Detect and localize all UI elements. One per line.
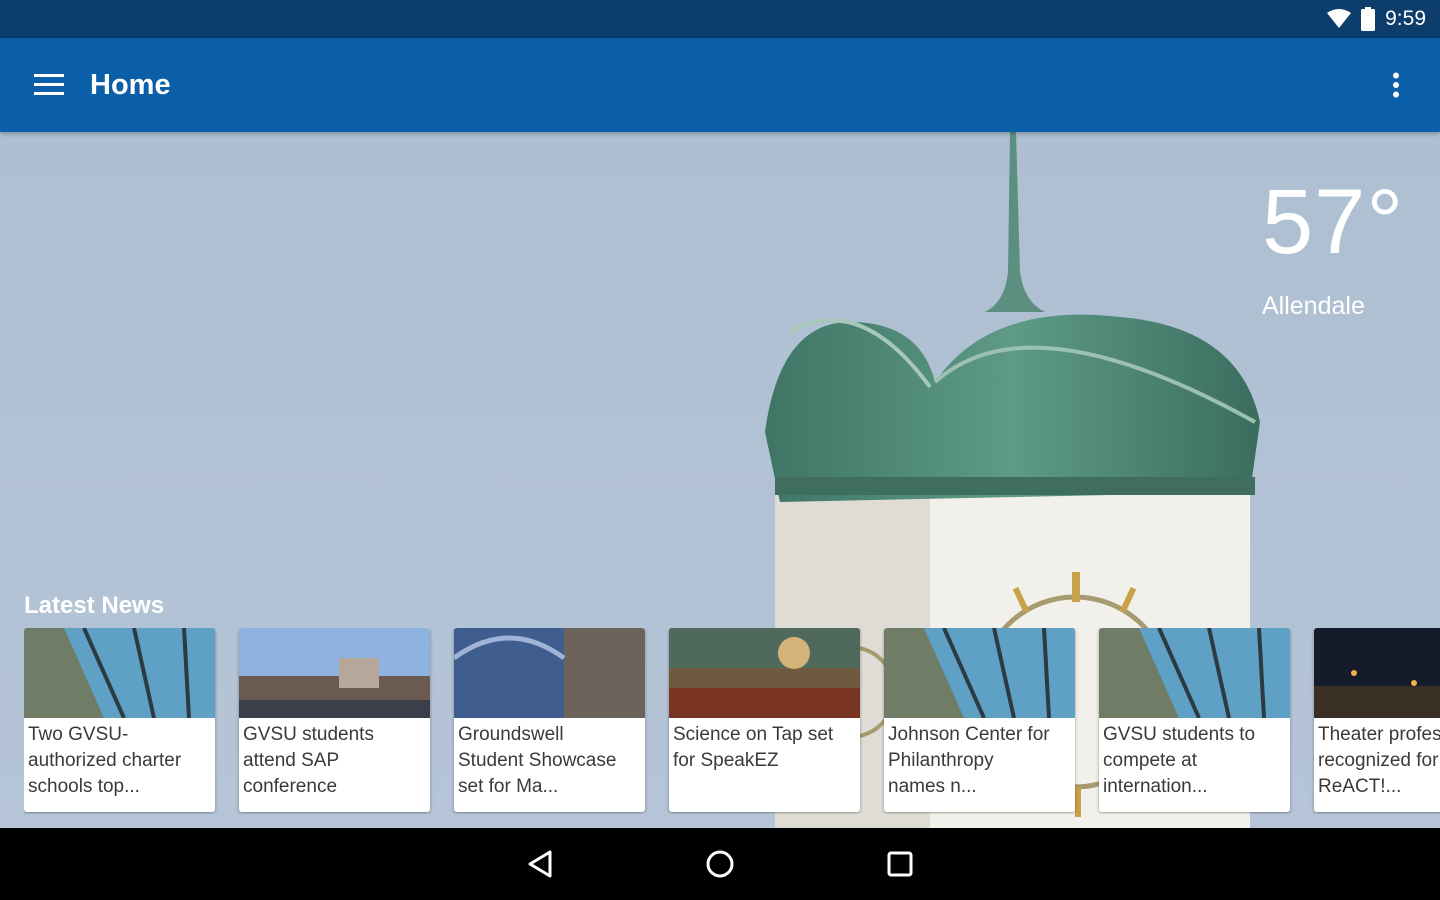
back-button[interactable] — [480, 828, 600, 900]
clock: 9:59 — [1385, 7, 1426, 30]
news-card[interactable]: Groundswell Student Showcase set for Ma.… — [454, 628, 645, 812]
news-title: Theater professor recognized for ReACT!.… — [1318, 724, 1440, 797]
temperature: 57° — [1262, 171, 1405, 273]
news-thumbnail — [454, 628, 645, 718]
news-title: Groundswell Student Showcase set for Ma.… — [458, 724, 617, 797]
news-title: GVSU students to compete at internation.… — [1103, 724, 1256, 797]
status-bar: 9:59 — [0, 0, 1440, 38]
news-card[interactable]: Two GVSU- authorized charter schools top… — [24, 628, 215, 812]
system-nav-bar — [0, 828, 1440, 900]
overflow-menu-button[interactable] — [1378, 60, 1414, 110]
screen: 9:59 Home 57° Allendale Latest News Two … — [0, 0, 1440, 900]
news-card[interactable]: GVSU students attend SAP conference — [239, 628, 430, 812]
news-thumbnail — [884, 628, 1075, 718]
recents-square-icon — [887, 851, 913, 877]
menu-button[interactable] — [24, 60, 74, 110]
hamburger-menu-icon — [34, 74, 64, 95]
news-title: Science on Tap set for SpeakEZ — [673, 724, 834, 771]
home-circle-icon — [706, 850, 734, 878]
news-carousel[interactable]: Two GVSU- authorized charter schools top… — [24, 628, 1440, 814]
news-card[interactable]: Theater professor recognized for ReACT!.… — [1314, 628, 1440, 812]
back-triangle-icon — [528, 850, 552, 878]
news-title: GVSU students attend SAP conference — [243, 724, 374, 797]
news-thumbnail — [669, 628, 860, 718]
news-thumbnail — [1314, 628, 1440, 718]
news-card[interactable]: Science on Tap set for SpeakEZ — [669, 628, 860, 812]
hero-banner: 57° Allendale Latest News Two GVSU- auth… — [0, 132, 1440, 828]
latest-news-heading: Latest News — [24, 592, 165, 619]
battery-icon — [1361, 7, 1376, 31]
news-thumbnail — [239, 628, 430, 718]
weather-location: Allendale — [1262, 292, 1365, 320]
recents-button[interactable] — [840, 828, 960, 900]
news-title: Two GVSU- authorized charter schools top… — [28, 724, 182, 797]
news-card[interactable]: GVSU students to compete at internation.… — [1099, 628, 1290, 812]
home-button[interactable] — [660, 828, 780, 900]
news-thumbnail — [1099, 628, 1290, 718]
news-card[interactable]: Johnson Center for Philanthropy names n.… — [884, 628, 1075, 812]
news-title: Johnson Center for Philanthropy names n.… — [888, 724, 1050, 797]
more-vertical-icon — [1393, 72, 1399, 98]
page-title: Home — [90, 68, 171, 101]
app-bar: Home — [0, 38, 1440, 132]
news-thumbnail — [24, 628, 215, 718]
weather-widget[interactable]: 57° Allendale — [1262, 176, 1412, 321]
wifi-icon — [1327, 9, 1352, 29]
